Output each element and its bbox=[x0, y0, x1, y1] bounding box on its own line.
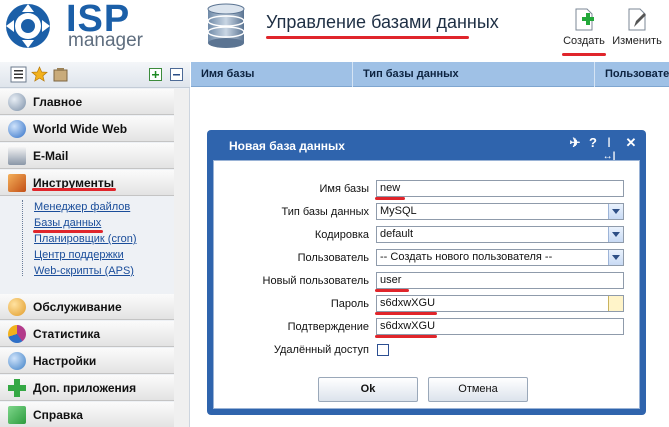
sidebar-item-label: Главное bbox=[33, 95, 83, 109]
favorites-star-icon[interactable] bbox=[31, 66, 48, 83]
new-user-value: user bbox=[380, 274, 402, 286]
tools-subtree-line bbox=[22, 200, 23, 276]
new-user-label: Новый пользователь bbox=[262, 275, 369, 287]
encoding-value: default bbox=[380, 228, 414, 240]
sidebar-item-label: Статистика bbox=[33, 327, 101, 341]
create-button-label: Создать bbox=[563, 35, 605, 47]
sidebar-subitem-file-manager[interactable]: Менеджер файлов bbox=[34, 201, 130, 213]
sidebar-item-addons[interactable]: Доп. приложения bbox=[0, 375, 174, 401]
help-question-icon[interactable]: ? bbox=[586, 136, 600, 150]
chevron-down-icon[interactable] bbox=[608, 250, 623, 265]
sidebar-item-main[interactable]: Главное bbox=[0, 89, 174, 115]
mail-icon bbox=[8, 147, 26, 165]
confirm-label: Подтверждение bbox=[287, 321, 369, 333]
chevron-down-icon[interactable] bbox=[608, 227, 623, 242]
tools-underline bbox=[32, 188, 116, 191]
generate-password-icon[interactable] bbox=[608, 296, 623, 311]
db-name-field[interactable]: new bbox=[376, 180, 624, 197]
sidebar-toolbar bbox=[0, 62, 190, 88]
sidebar-item-label: E-Mail bbox=[33, 149, 69, 163]
password-underline bbox=[375, 312, 437, 315]
dialog-controls: ✈ ? |↔| ✕ bbox=[568, 136, 638, 163]
encoding-label: Кодировка bbox=[314, 229, 369, 241]
edit-icon bbox=[628, 8, 646, 31]
sidebar-item-tools[interactable]: Инструменты bbox=[0, 170, 174, 196]
create-icon bbox=[575, 8, 594, 31]
sidebar-scrollbar[interactable] bbox=[174, 89, 189, 427]
sidebar-item-settings[interactable]: Настройки bbox=[0, 348, 174, 374]
sidebar-item-label: Обслуживание bbox=[33, 300, 122, 314]
sidebar-item-www[interactable]: World Wide Web bbox=[0, 116, 174, 142]
history-icon[interactable] bbox=[52, 66, 69, 83]
sidebar-item-label: Доп. приложения bbox=[33, 381, 137, 395]
sidebar-item-label: Настройки bbox=[33, 354, 97, 368]
page-title: Управление базами данных bbox=[266, 12, 499, 32]
column-header-db-type[interactable]: Тип базы данных bbox=[353, 62, 595, 87]
ok-button[interactable]: Ok bbox=[318, 377, 418, 402]
db-type-value: MySQL bbox=[380, 205, 417, 217]
db-name-label: Имя базы bbox=[319, 183, 369, 195]
user-value: -- Создать нового пользователя -- bbox=[380, 251, 553, 263]
sidebar-subitem-web-scripts[interactable]: Web-скрипты (APS) bbox=[34, 265, 134, 277]
collapse-all-icon[interactable] bbox=[170, 68, 183, 81]
new-user-field[interactable]: user bbox=[376, 272, 624, 289]
globe-icon bbox=[8, 120, 26, 138]
encoding-select[interactable]: default bbox=[376, 226, 624, 243]
table-header: Имя базы Тип базы данных Пользовател bbox=[191, 62, 669, 87]
settings-icon bbox=[8, 352, 26, 370]
new-user-underline bbox=[375, 289, 409, 292]
db-name-underline bbox=[375, 197, 405, 200]
expand-icon[interactable]: |↔| bbox=[602, 136, 616, 162]
isp-manager-logo: ISP manager bbox=[4, 0, 164, 52]
edit-button-label: Изменить bbox=[612, 35, 662, 47]
home-icon bbox=[8, 93, 26, 111]
create-button[interactable]: Создать bbox=[560, 8, 608, 47]
sidebar-item-label: World Wide Web bbox=[33, 122, 128, 136]
dialog-title: Новая база данных bbox=[229, 139, 345, 153]
sidebar-subitem-databases[interactable]: Базы данных bbox=[34, 217, 101, 229]
edit-button[interactable]: Изменить bbox=[610, 8, 664, 47]
password-field[interactable]: s6dxwXGU bbox=[376, 295, 624, 312]
confirm-password-field[interactable]: s6dxwXGU bbox=[376, 318, 624, 335]
sidebar-subitem-cron[interactable]: Планировщик (cron) bbox=[34, 233, 137, 245]
expand-all-icon[interactable] bbox=[149, 68, 162, 81]
sidebar: Главное World Wide Web E-Mail Инструмент… bbox=[0, 62, 190, 427]
sidebar-item-maintenance[interactable]: Обслуживание bbox=[0, 294, 174, 320]
user-label: Пользователь bbox=[297, 252, 369, 264]
create-underline bbox=[562, 53, 606, 56]
cancel-button[interactable]: Отмена bbox=[428, 377, 528, 402]
close-icon[interactable]: ✕ bbox=[624, 136, 638, 150]
column-header-db-name[interactable]: Имя базы bbox=[191, 62, 353, 87]
logo-manager-text: manager bbox=[68, 30, 143, 51]
sidebar-subitem-support[interactable]: Центр поддержки bbox=[34, 249, 124, 261]
tools-icon bbox=[8, 174, 26, 192]
sidebar-item-label: Справка bbox=[33, 408, 83, 422]
sidebar-item-email[interactable]: E-Mail bbox=[0, 143, 174, 169]
new-database-dialog: Новая база данных ✈ ? |↔| ✕ Имя базы new… bbox=[207, 130, 646, 415]
confirm-value: s6dxwXGU bbox=[380, 320, 436, 332]
pin-icon[interactable]: ✈ bbox=[568, 136, 582, 150]
dialog-body: Имя базы new Тип базы данных MySQL Кодир… bbox=[213, 160, 640, 409]
column-header-user[interactable]: Пользовател bbox=[595, 62, 669, 87]
remote-access-label: Удалённый доступ bbox=[273, 344, 369, 356]
sidebar-item-statistics[interactable]: Статистика bbox=[0, 321, 174, 347]
db-type-label: Тип базы данных bbox=[281, 206, 369, 218]
maintenance-icon bbox=[8, 298, 26, 316]
plus-icon bbox=[8, 379, 26, 397]
confirm-underline bbox=[375, 335, 437, 338]
help-icon bbox=[8, 406, 26, 424]
list-view-icon[interactable] bbox=[10, 66, 27, 83]
db-name-value: new bbox=[380, 182, 401, 194]
title-underline bbox=[266, 36, 469, 39]
password-value: s6dxwXGU bbox=[380, 297, 436, 309]
password-label: Пароль bbox=[330, 298, 369, 310]
db-type-select[interactable]: MySQL bbox=[376, 203, 624, 220]
database-icon bbox=[207, 3, 245, 48]
user-select[interactable]: -- Создать нового пользователя -- bbox=[376, 249, 624, 266]
logo-mark-icon bbox=[6, 4, 50, 48]
sidebar-item-help[interactable]: Справка bbox=[0, 402, 174, 427]
chevron-down-icon[interactable] bbox=[608, 204, 623, 219]
statistics-icon bbox=[8, 325, 26, 343]
remote-access-checkbox[interactable] bbox=[377, 344, 389, 356]
